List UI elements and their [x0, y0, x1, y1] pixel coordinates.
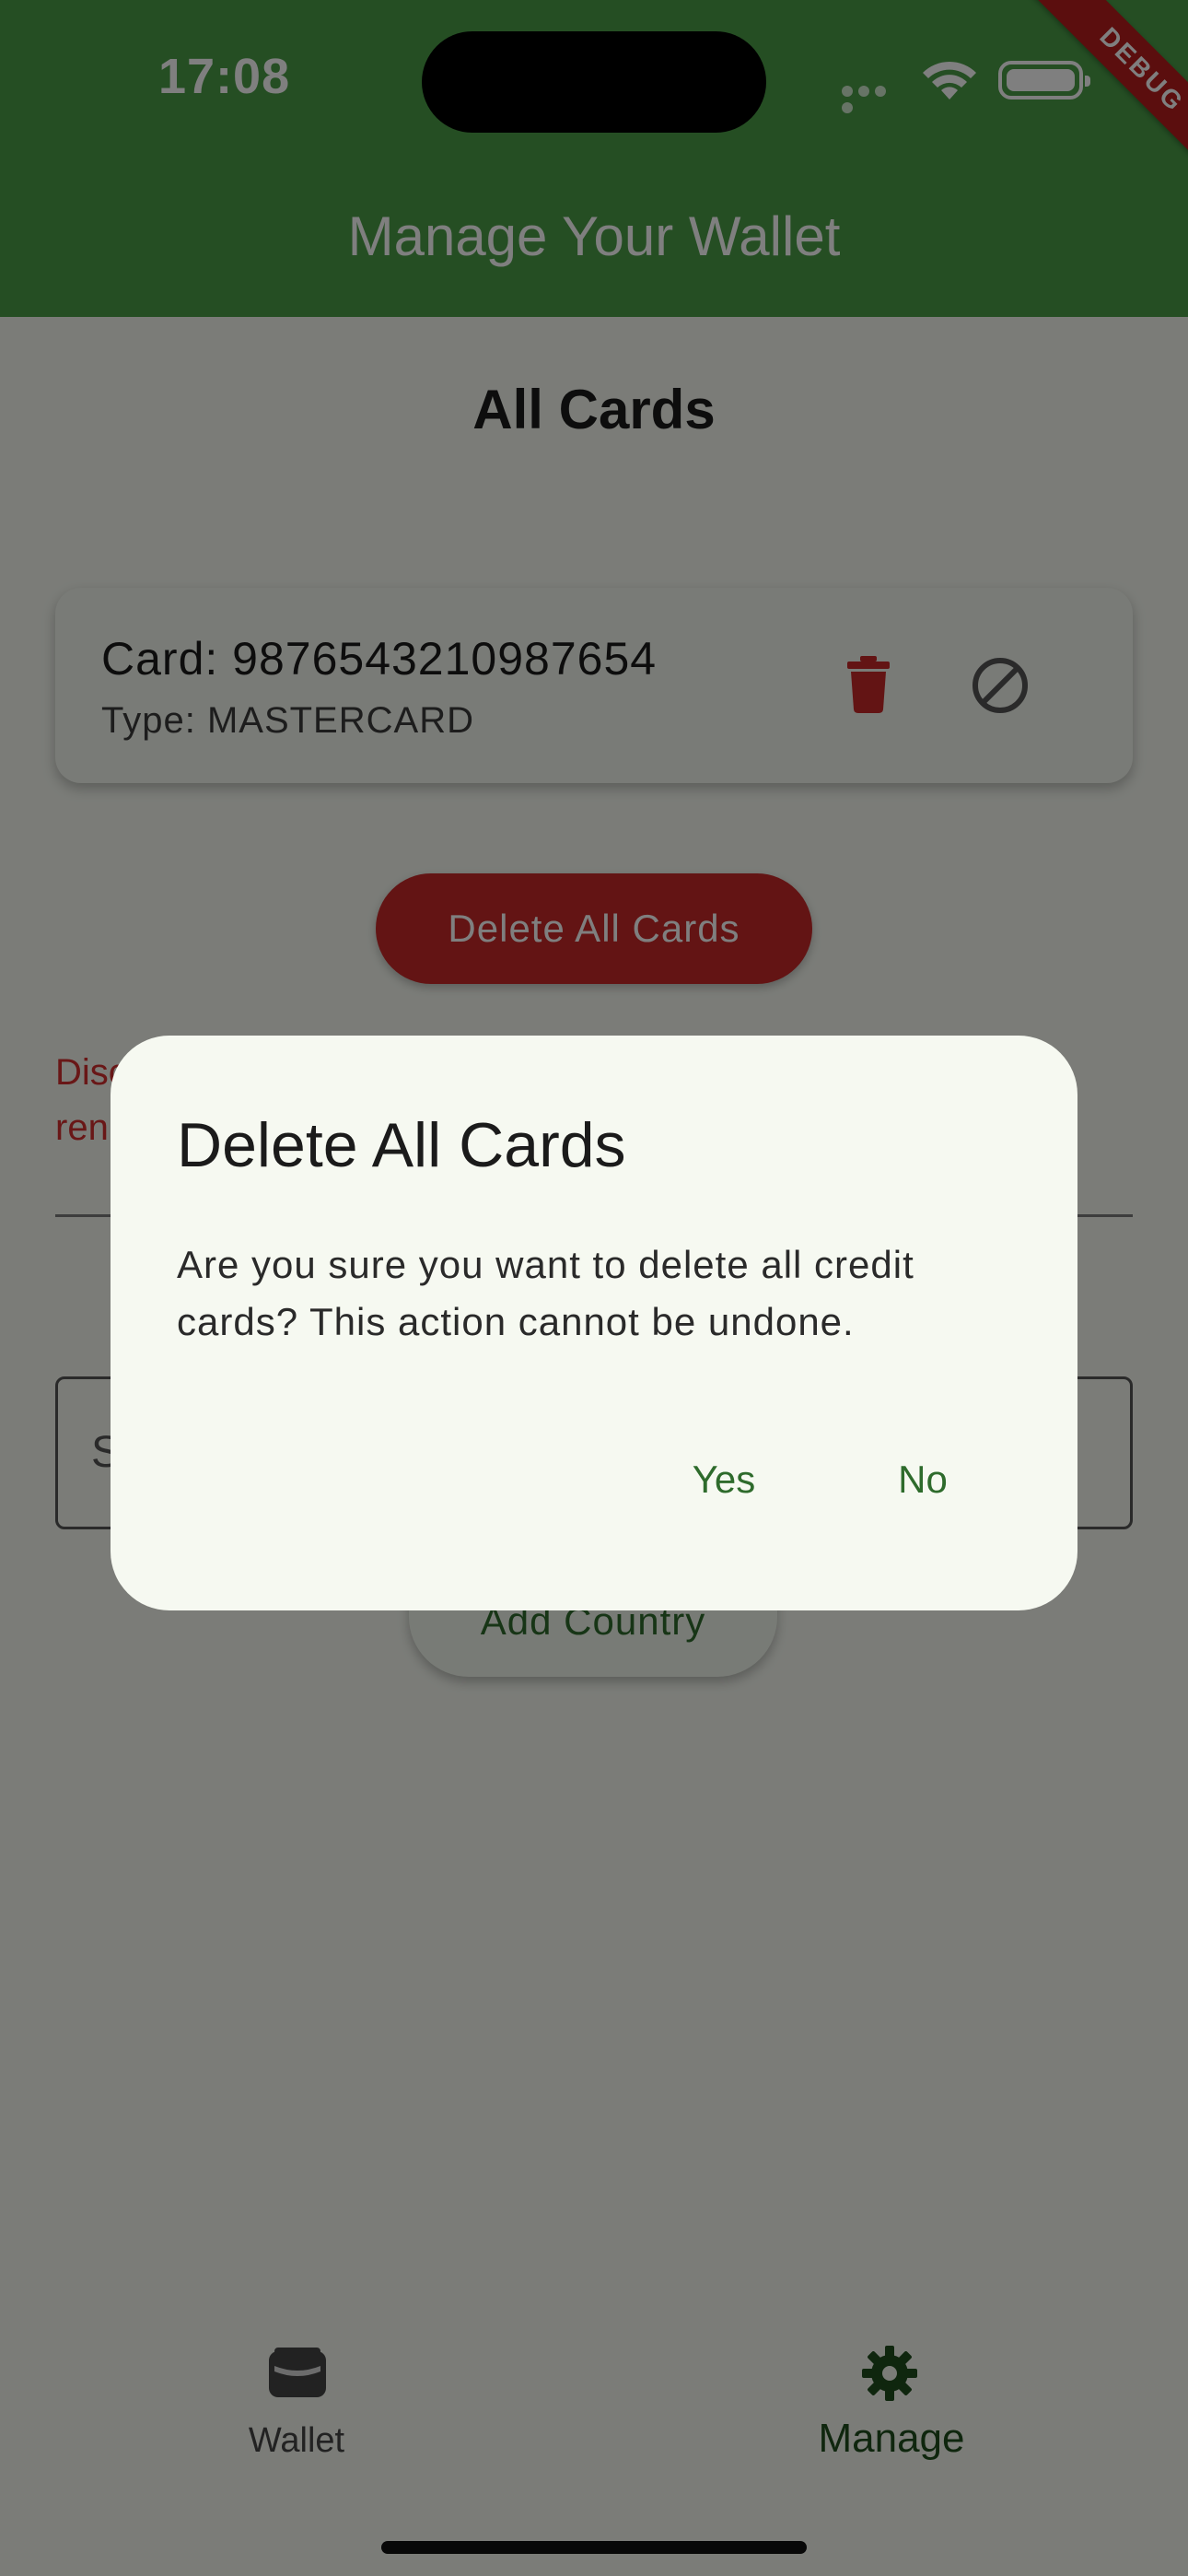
dialog-message: Are you sure you want to delete all cred…	[177, 1243, 914, 1343]
dialog-yes-button[interactable]: Yes	[663, 1443, 785, 1516]
dialog-no-button[interactable]: No	[868, 1443, 978, 1516]
dialog-title: Delete All Cards	[177, 1110, 626, 1180]
